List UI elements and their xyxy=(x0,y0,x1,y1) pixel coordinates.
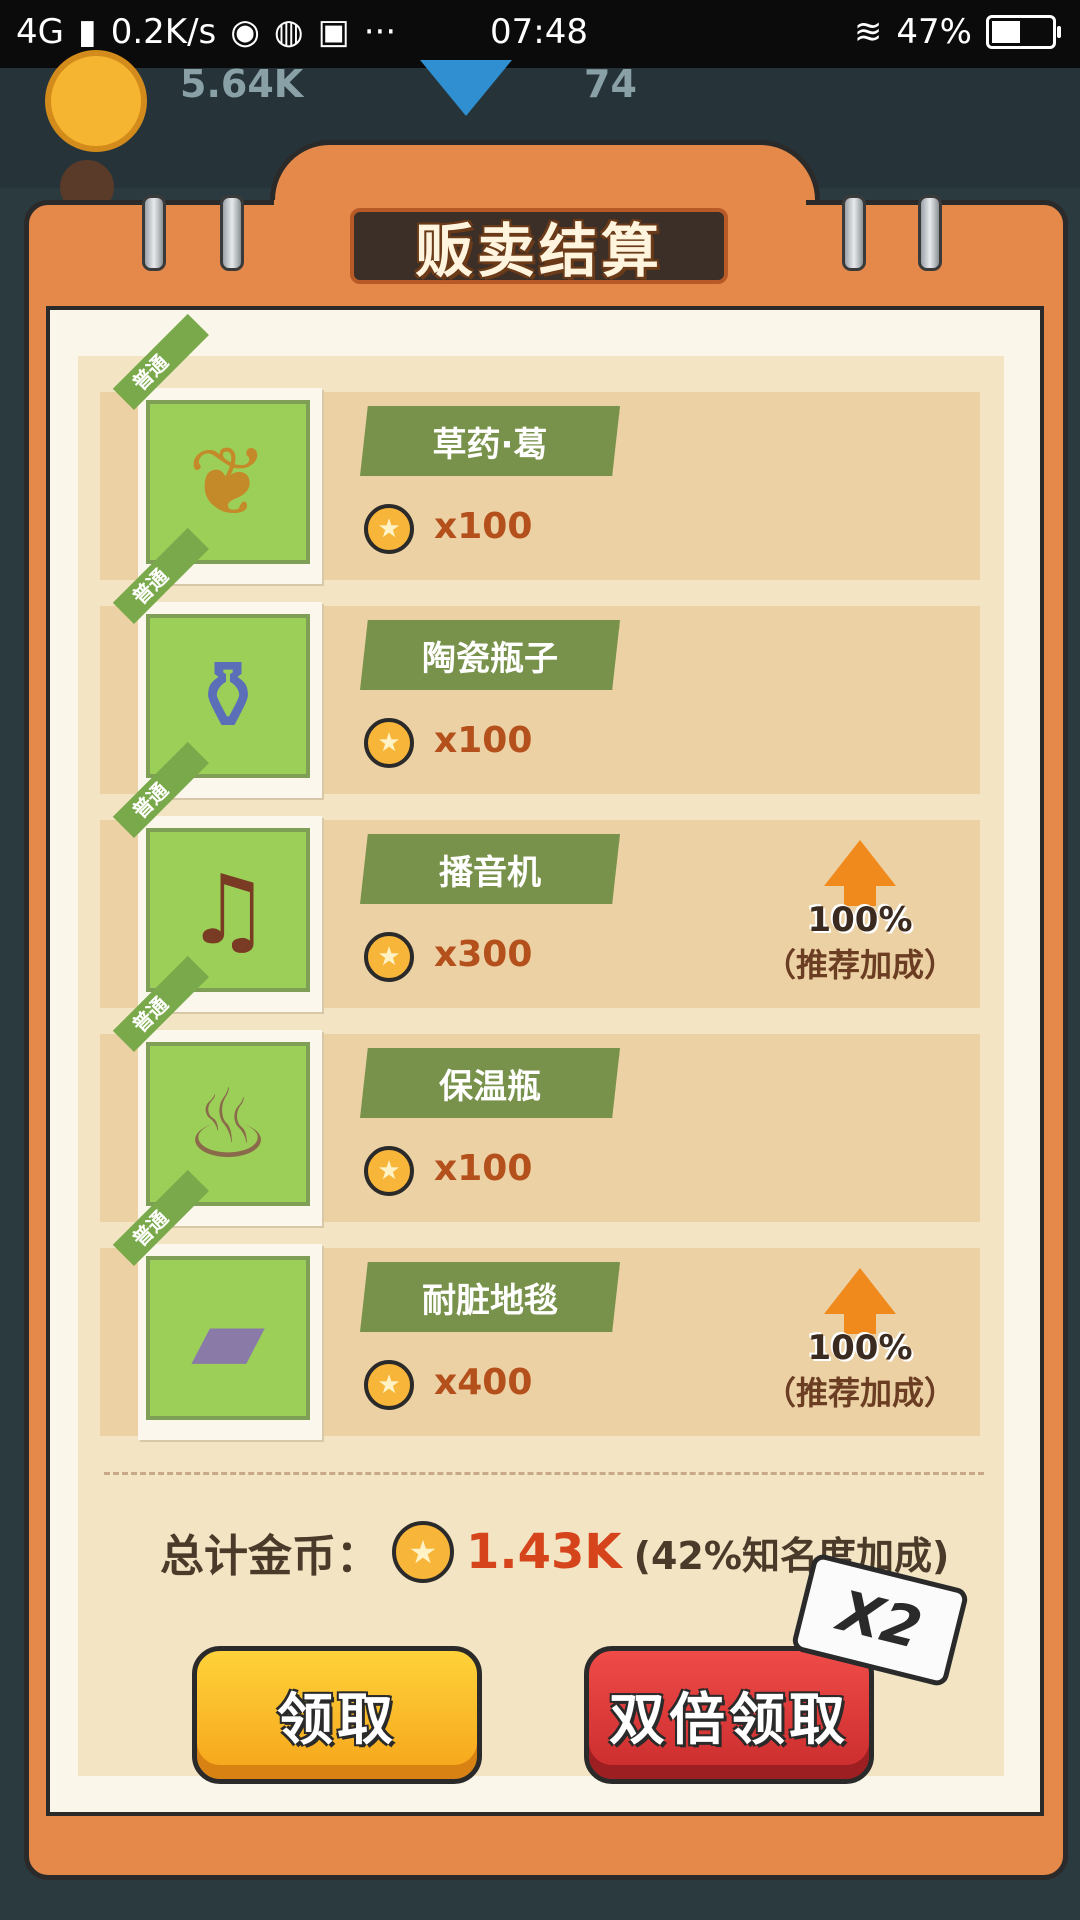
item-name: 耐脏地毯 xyxy=(360,1262,620,1332)
more-icon: ··· xyxy=(363,12,397,52)
total-note: (42%知名度加成) xyxy=(633,1533,950,1578)
item-image: ⚱ xyxy=(146,614,310,778)
coin-icon: ★ xyxy=(392,1521,454,1583)
coin-icon: ★ xyxy=(364,718,414,768)
binder-ring-icon xyxy=(918,195,942,271)
divider xyxy=(104,1472,984,1475)
item-name: 陶瓷瓶子 xyxy=(360,620,620,690)
item-name: 草药·葛 xyxy=(360,406,620,476)
coin-icon xyxy=(45,50,147,152)
thermos-icon: ♨ xyxy=(184,1068,272,1180)
item-price: x400 xyxy=(434,1362,533,1403)
total-label: 总计金币： xyxy=(160,1531,380,1582)
app-icon: ▣ xyxy=(317,12,350,52)
bonus-percent: 100% xyxy=(807,1328,913,1368)
qq-icon: ◉ xyxy=(230,12,260,52)
gem-balance: 74 xyxy=(584,62,637,106)
wechat-icon: ◍ xyxy=(273,12,304,52)
battery-level xyxy=(992,21,1020,43)
binder-ring-icon xyxy=(842,195,866,271)
battery-percent: 47% xyxy=(896,12,972,52)
item-name: 播音机 xyxy=(360,834,620,904)
wifi-icon: ≋ xyxy=(853,12,883,52)
binder-ring-icon xyxy=(220,195,244,271)
battery-icon xyxy=(986,15,1061,49)
coin-balance: 5.64K xyxy=(180,62,304,106)
status-bar: 4G ▮ 0.2K/s ◉ ◍ ▣ ··· 07:48 ≋ 47% xyxy=(0,0,1080,68)
coin-icon: ★ xyxy=(364,1360,414,1410)
item-price: x100 xyxy=(434,720,533,761)
arrow-up-icon xyxy=(824,840,896,886)
coin-icon: ★ xyxy=(364,504,414,554)
network-speed: 0.2K/s xyxy=(110,12,217,52)
gramophone-icon: ♫ xyxy=(184,854,272,966)
bonus-indicator: 100% （推荐加成） xyxy=(760,1268,960,1414)
gem-icon xyxy=(420,60,512,116)
signal-icon: ▮ xyxy=(77,12,97,52)
arrow-up-icon xyxy=(824,1268,896,1314)
item-price: x300 xyxy=(434,934,533,975)
bonus-indicator: 100% （推荐加成） xyxy=(760,840,960,986)
binder-ring-icon xyxy=(142,195,166,271)
bonus-percent: 100% xyxy=(807,900,913,940)
item-card: ▰ 普通 xyxy=(112,1169,322,1440)
vase-icon: ⚱ xyxy=(187,640,269,752)
item-image: ♨ xyxy=(146,1042,310,1206)
carpet-icon: ▰ xyxy=(191,1282,265,1394)
bonus-label: （推荐加成） xyxy=(763,1374,956,1412)
claim-button[interactable]: 领取 xyxy=(192,1646,482,1784)
panel-title: 贩卖结算 xyxy=(350,208,728,285)
item-name: 保温瓶 xyxy=(360,1048,620,1118)
clock: 07:48 xyxy=(490,12,588,52)
double-claim-button[interactable]: 双倍领取 xyxy=(584,1646,874,1784)
total-value: 1.43K xyxy=(466,1524,622,1580)
item-price: x100 xyxy=(434,1148,533,1189)
herb-icon: ❦ xyxy=(187,426,269,538)
network-label: 4G xyxy=(16,12,64,52)
coin-icon: ★ xyxy=(364,932,414,982)
bonus-label: （推荐加成） xyxy=(763,946,956,984)
item-image: ❦ xyxy=(146,400,310,564)
coin-icon: ★ xyxy=(364,1146,414,1196)
item-image: ▰ xyxy=(146,1256,310,1420)
item-price: x100 xyxy=(434,506,533,547)
item-image: ♫ xyxy=(146,828,310,992)
